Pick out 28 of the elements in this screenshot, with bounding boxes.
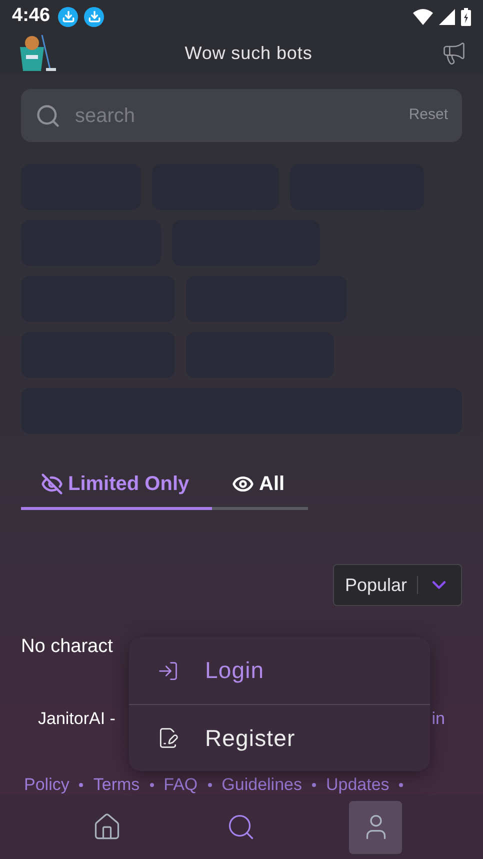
battery-icon: [461, 8, 471, 26]
search-field[interactable]: search Reset: [21, 89, 462, 142]
menu-item[interactable]: Login: [129, 637, 430, 704]
download-icon: [84, 6, 104, 26]
header-title: Wow such bots: [184, 42, 314, 64]
footer-link[interactable]: Updates: [326, 776, 390, 794]
login-icon: [157, 660, 179, 682]
nav-tab[interactable]: [349, 800, 402, 854]
sort-dropdown[interactable]: Popular: [332, 564, 462, 606]
footer-text: JanitorAI -: [38, 708, 116, 730]
search-icon: [35, 102, 61, 128]
reset-button[interactable]: Reset: [408, 104, 448, 127]
filter-tab[interactable]: Limited Only: [21, 460, 212, 510]
footer-link[interactable]: in: [432, 706, 445, 731]
filter-tab[interactable]: All: [212, 460, 308, 510]
empty-message: No charact: [21, 635, 114, 659]
signal-icon: [439, 8, 455, 24]
footer-link[interactable]: FAQ: [164, 776, 198, 794]
document-icon: [157, 727, 179, 749]
status-time: 4:46: [12, 4, 50, 28]
announcement-icon[interactable]: [441, 40, 467, 66]
menu-item[interactable]: Register: [129, 704, 430, 771]
eye-off-icon: [41, 472, 63, 494]
footer-link[interactable]: Guidelines: [222, 776, 302, 794]
footer-link[interactable]: Policy: [24, 776, 70, 794]
download-icon: [58, 6, 78, 26]
footer-link[interactable]: Terms: [93, 776, 140, 794]
wifi-icon: [413, 8, 433, 24]
